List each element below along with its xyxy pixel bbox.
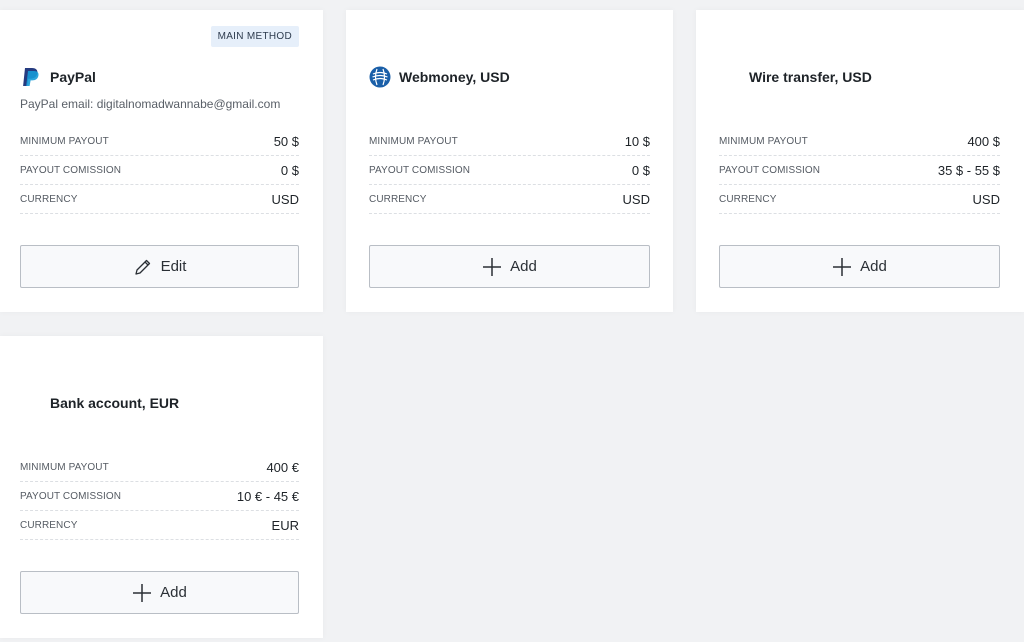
minimum-payout-row: MINIMUM PAYOUT 50 $ bbox=[20, 127, 299, 156]
payout-comission-row: PAYOUT COMISSION 10 € - 45 € bbox=[20, 482, 299, 511]
row-value: 35 $ - 55 $ bbox=[937, 162, 1000, 178]
row-value: 400 $ bbox=[967, 133, 1000, 149]
payment-card-bank-account: Bank account, EUR MINIMUM PAYOUT 400 € P… bbox=[0, 336, 323, 638]
button-label: Edit bbox=[160, 258, 187, 275]
payout-details: MINIMUM PAYOUT 400 € PAYOUT COMISSION 10… bbox=[20, 453, 299, 540]
payment-card-wire-transfer: Wire transfer, USD MINIMUM PAYOUT 400 $ … bbox=[696, 10, 1024, 312]
row-label: MINIMUM PAYOUT bbox=[719, 135, 808, 147]
currency-row: CURRENCY USD bbox=[20, 185, 299, 214]
row-value: 10 $ bbox=[624, 133, 650, 149]
row-value: 50 $ bbox=[273, 133, 299, 149]
row-label: MINIMUM PAYOUT bbox=[369, 135, 458, 147]
row-value: 0 $ bbox=[280, 162, 299, 178]
row-value: EUR bbox=[271, 517, 299, 533]
add-wire-transfer-button[interactable]: Add bbox=[719, 245, 1000, 288]
row-value: USD bbox=[622, 191, 650, 207]
row-label: CURRENCY bbox=[20, 519, 78, 531]
card-title: PayPal bbox=[50, 69, 96, 85]
payout-comission-row: PAYOUT COMISSION 35 $ - 55 $ bbox=[719, 156, 1000, 185]
plus-icon bbox=[482, 257, 502, 277]
minimum-payout-row: MINIMUM PAYOUT 10 $ bbox=[369, 127, 650, 156]
button-label: Add bbox=[160, 584, 187, 601]
webmoney-logo-icon bbox=[369, 66, 391, 88]
row-value: USD bbox=[972, 191, 1000, 207]
edit-button[interactable]: Edit bbox=[20, 245, 299, 288]
row-label: PAYOUT COMISSION bbox=[369, 164, 471, 176]
card-title: Webmoney, USD bbox=[399, 69, 510, 85]
currency-row: CURRENCY EUR bbox=[20, 511, 299, 540]
row-value: 400 € bbox=[266, 459, 299, 475]
payout-details: MINIMUM PAYOUT 50 $ PAYOUT COMISSION 0 $… bbox=[20, 127, 299, 214]
payout-comission-row: PAYOUT COMISSION 0 $ bbox=[20, 156, 299, 185]
button-label: Add bbox=[510, 258, 537, 275]
row-label: CURRENCY bbox=[20, 193, 78, 205]
currency-row: CURRENCY USD bbox=[369, 185, 650, 214]
row-label: PAYOUT COMISSION bbox=[719, 164, 821, 176]
pencil-icon bbox=[133, 257, 153, 277]
minimum-payout-row: MINIMUM PAYOUT 400 $ bbox=[719, 127, 1000, 156]
card-title: Wire transfer, USD bbox=[749, 69, 872, 85]
minimum-payout-row: MINIMUM PAYOUT 400 € bbox=[20, 453, 299, 482]
plus-icon bbox=[832, 257, 852, 277]
payout-details: MINIMUM PAYOUT 400 $ PAYOUT COMISSION 35… bbox=[719, 127, 1000, 214]
main-method-badge: MAIN METHOD bbox=[210, 26, 299, 47]
row-value: 10 € - 45 € bbox=[236, 488, 299, 504]
row-value: 0 $ bbox=[631, 162, 650, 178]
row-label: MINIMUM PAYOUT bbox=[20, 461, 109, 473]
row-value: USD bbox=[271, 191, 299, 207]
paypal-email-text: PayPal email: digitalnomadwannabe@gmail.… bbox=[20, 97, 281, 111]
row-label: MINIMUM PAYOUT bbox=[20, 135, 109, 147]
card-title: Bank account, EUR bbox=[50, 395, 180, 411]
add-bank-account-button[interactable]: Add bbox=[20, 571, 299, 614]
paypal-logo-icon bbox=[20, 66, 42, 88]
payment-card-webmoney: Webmoney, USD MINIMUM PAYOUT 10 $ PAYOUT… bbox=[346, 10, 673, 312]
plus-icon bbox=[132, 583, 152, 603]
row-label: CURRENCY bbox=[369, 193, 427, 205]
payout-details: MINIMUM PAYOUT 10 $ PAYOUT COMISSION 0 $… bbox=[369, 127, 650, 214]
payout-comission-row: PAYOUT COMISSION 0 $ bbox=[369, 156, 650, 185]
button-label: Add bbox=[860, 258, 887, 275]
currency-row: CURRENCY USD bbox=[719, 185, 1000, 214]
row-label: CURRENCY bbox=[719, 193, 777, 205]
row-label: PAYOUT COMISSION bbox=[20, 164, 122, 176]
row-label: PAYOUT COMISSION bbox=[20, 490, 122, 502]
add-webmoney-button[interactable]: Add bbox=[369, 245, 650, 288]
payment-card-paypal: MAIN METHOD PayPal PayPal email: digital… bbox=[0, 10, 323, 312]
